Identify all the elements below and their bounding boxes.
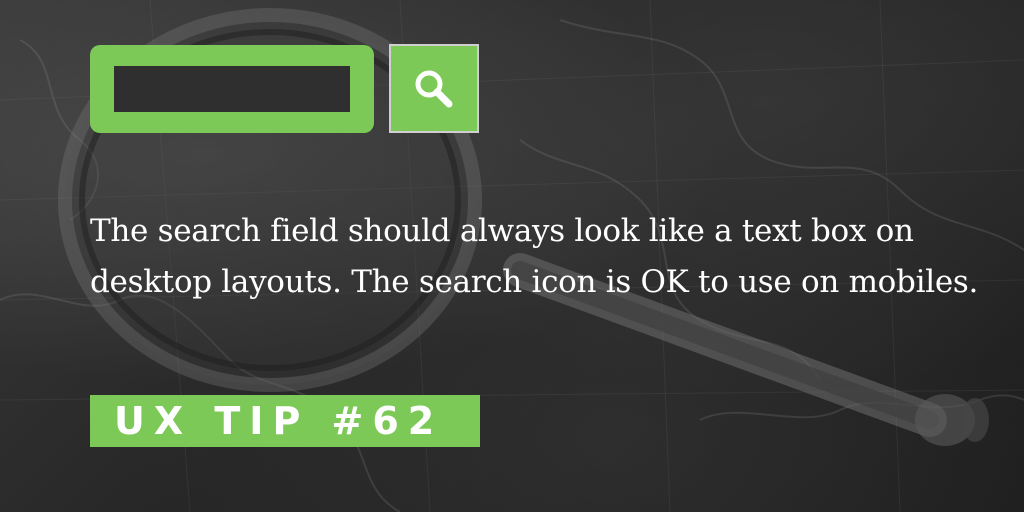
search-button[interactable] bbox=[389, 44, 479, 133]
tip-badge-label: UX TIP #62 bbox=[114, 399, 444, 443]
tip-badge: UX TIP #62 bbox=[90, 395, 480, 447]
search-input-box[interactable] bbox=[114, 66, 350, 112]
search-field-illustration[interactable] bbox=[90, 45, 374, 133]
tip-description: The search field should always look like… bbox=[90, 213, 979, 300]
search-icon bbox=[415, 70, 453, 107]
